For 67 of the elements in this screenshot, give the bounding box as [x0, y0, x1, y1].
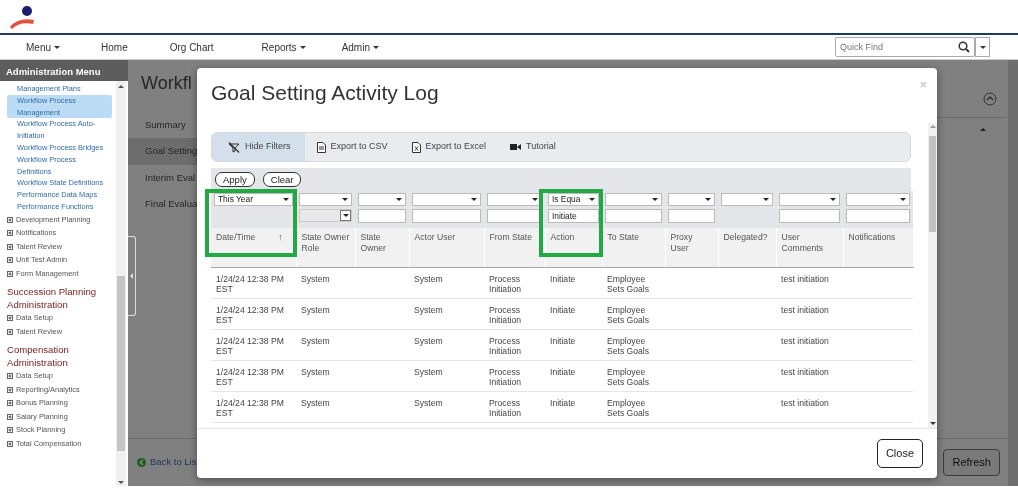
table-cell: test initiation	[776, 298, 843, 329]
table-cell: System	[296, 329, 355, 360]
table-cell: Process Initiation	[484, 267, 545, 298]
table-cell: System	[296, 298, 355, 329]
column-header[interactable]: Actor User	[414, 232, 456, 243]
table-cell: Employee Sets Goals	[602, 267, 665, 298]
quick-find-field[interactable]: Quick Find	[835, 37, 975, 57]
nav-link[interactable]: Reports	[261, 39, 306, 55]
table-cell: test initiation	[776, 329, 843, 360]
page-tab[interactable]: Interim Eval	[128, 164, 198, 191]
filter-select[interactable]: Is Equa	[548, 193, 599, 206]
nav-link[interactable]: Admin	[341, 39, 379, 55]
table-cell: System	[409, 298, 484, 329]
toolbar-button[interactable]: Export to CSV	[304, 133, 400, 161]
table-cell: Process Initiation	[484, 298, 545, 329]
table-cell: test initiation	[776, 360, 843, 391]
table-cell: 1/24/24 12:38 PM EST	[211, 267, 296, 298]
table-cell: Initiate	[545, 298, 602, 329]
table-cell: Initiate	[545, 267, 602, 298]
section-heading: Compensation Administration	[7, 343, 70, 370]
column-header[interactable]: Date/Time	[216, 232, 256, 243]
toolbar-button[interactable]: Export to Excel	[399, 133, 499, 161]
table-cell: System	[296, 360, 355, 391]
filter-input[interactable]: Initiate	[548, 209, 599, 223]
section-heading: Succession Planning Administration	[7, 285, 98, 312]
dialog-title: Goal Setting Activity Log	[211, 80, 439, 106]
refresh-button[interactable]: Refresh	[943, 449, 1000, 476]
toolbar-button[interactable]: Hide Filters	[212, 133, 305, 161]
apply-button[interactable]: Apply	[215, 172, 255, 187]
table-cell: Initiate	[545, 329, 602, 360]
table-cell: Initiate	[545, 360, 602, 391]
table-cell: Process Initiation	[484, 391, 545, 422]
filter-select[interactable]: This Year	[214, 193, 293, 206]
table-cell: Employee Sets Goals	[602, 391, 665, 422]
column-header[interactable]: Action	[550, 232, 575, 243]
table-cell: System	[409, 267, 484, 298]
nav-link[interactable]: Org Chart	[169, 39, 214, 55]
page-tab[interactable]: Final Evalua	[128, 190, 198, 217]
table-cell: System	[296, 391, 355, 422]
toolbar-button[interactable]: Tutorial	[498, 133, 568, 161]
table-cell: Process Initiation	[484, 329, 545, 360]
table-cell: test initiation	[776, 267, 843, 298]
sidebar-title: Administration Menu	[0, 60, 128, 81]
close-button[interactable]: Close	[876, 439, 923, 468]
table-cell: System	[296, 267, 355, 298]
table-cell: System	[409, 329, 484, 360]
clear-button[interactable]: Clear	[262, 172, 302, 187]
column-header[interactable]: To State	[607, 232, 640, 243]
table-cell: 1/24/24 12:38 PM EST	[211, 298, 296, 329]
table-cell: System	[409, 391, 484, 422]
table-cell: 1/24/24 12:38 PM EST	[211, 360, 296, 391]
table-cell: test initiation	[776, 391, 843, 422]
sort-indicator[interactable]: ↑	[278, 232, 283, 243]
nav-link[interactable]: Home	[101, 39, 128, 55]
table-cell: Employee Sets Goals	[602, 298, 665, 329]
page-title: Workfl	[141, 72, 192, 95]
table-cell: 1/24/24 12:38 PM EST	[211, 391, 296, 422]
table-cell: Employee Sets Goals	[602, 360, 665, 391]
table-cell: 1/24/24 12:38 PM EST	[211, 329, 296, 360]
table-cell: Process Initiation	[484, 360, 545, 391]
column-header[interactable]: Notifications	[848, 232, 896, 243]
nav-link[interactable]: Menu	[26, 39, 60, 55]
page-tab[interactable]: Summary	[128, 112, 198, 139]
column-header[interactable]: From State	[489, 232, 532, 243]
table-cell: System	[409, 360, 484, 391]
table-cell: Initiate	[545, 391, 602, 422]
table-cell: Employee Sets Goals	[602, 329, 665, 360]
